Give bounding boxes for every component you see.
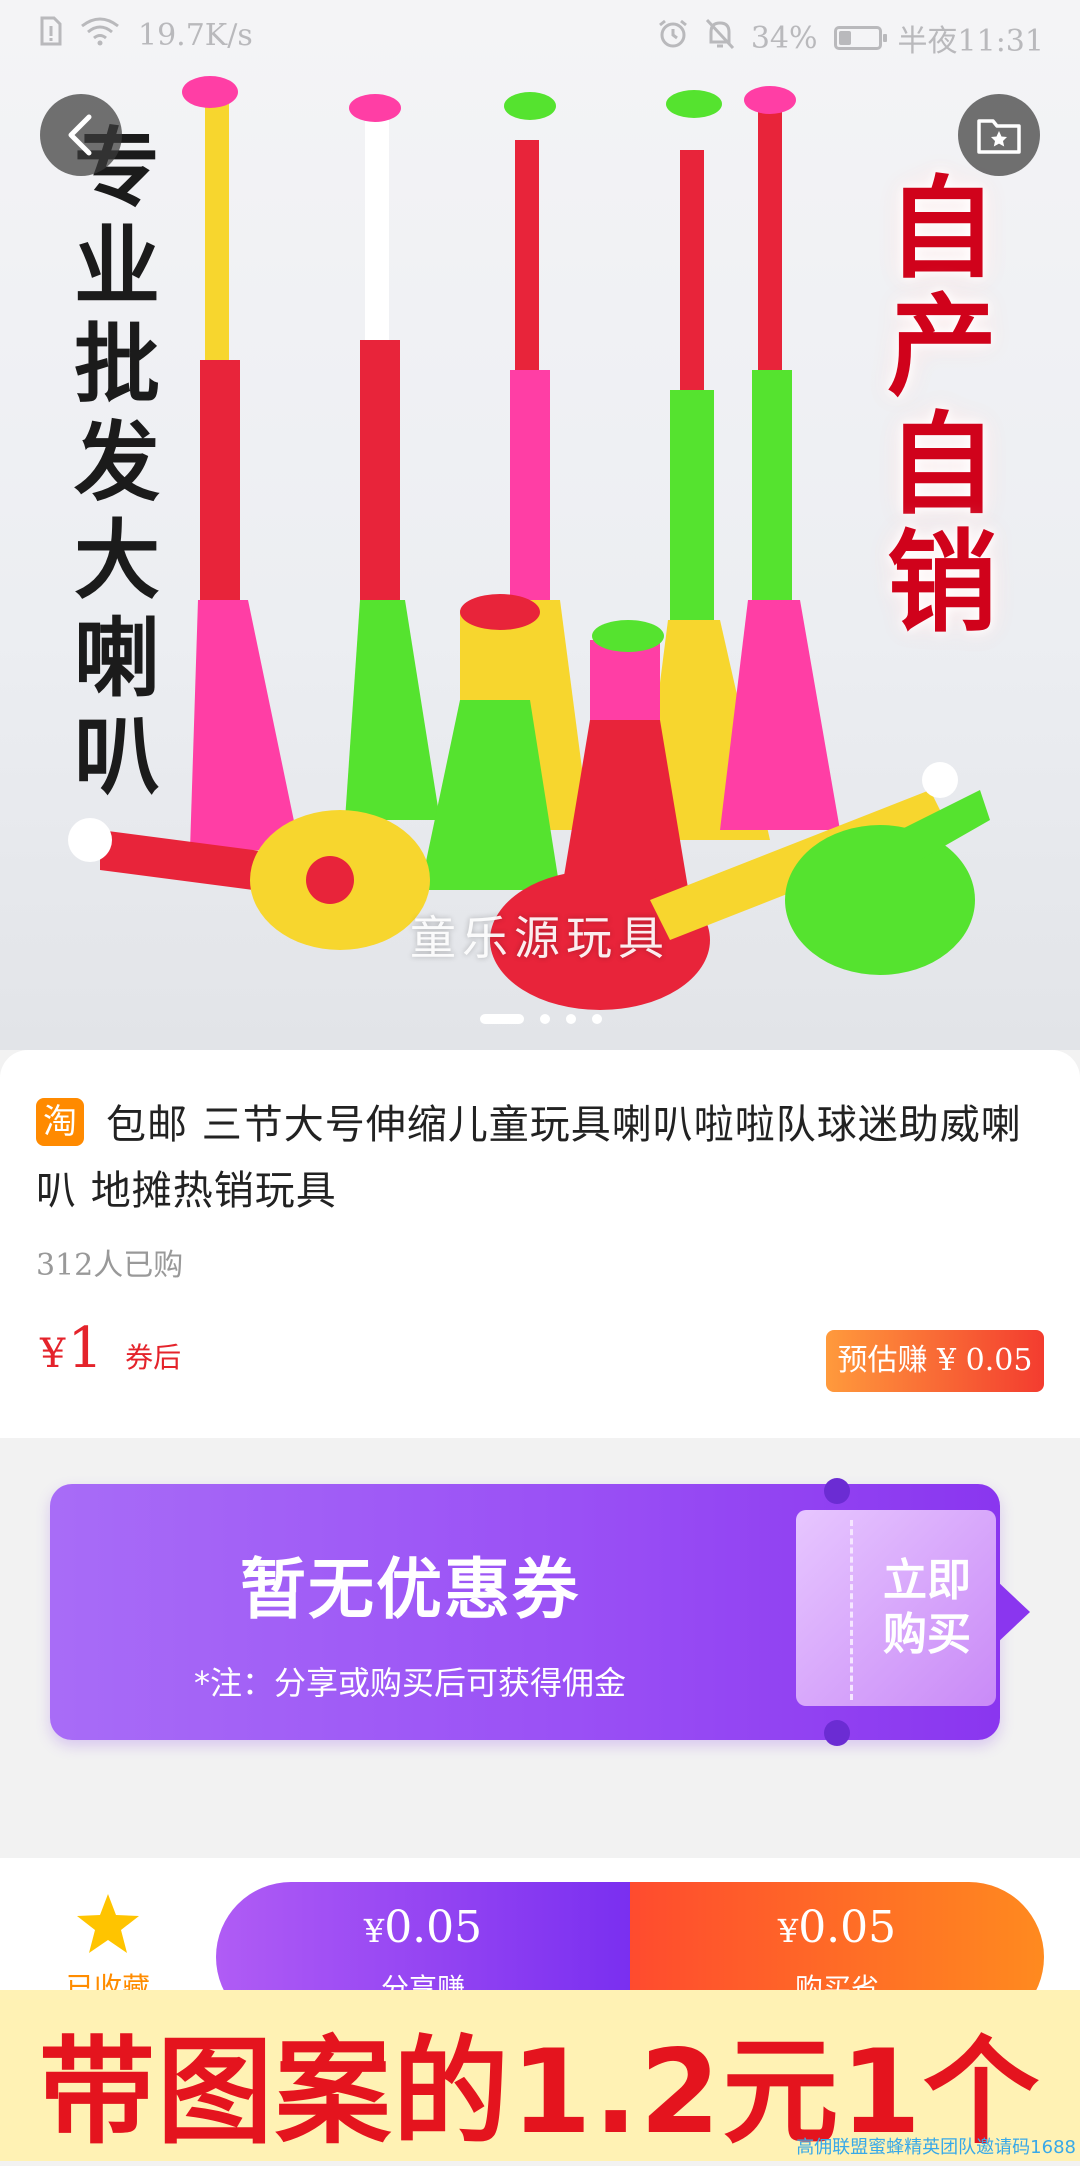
coupon-notch <box>824 1720 850 1746</box>
hero-overlay-text-left: 专业批发大喇叭 <box>74 118 160 807</box>
product-title: 包邮 三节大号伸缩儿童玩具喇叭啦啦队球迷助威喇叭 地摊热销玩具 <box>36 1102 1022 1214</box>
price-currency: ¥ <box>40 1331 66 1377</box>
price-note: 券后 <box>125 1341 182 1374</box>
hero-overlay-text-right: 自产自销 <box>887 164 997 647</box>
coupon-arrow <box>996 1580 1030 1644</box>
sold-count: 312人已购 <box>36 1248 184 1283</box>
carousel-dot <box>592 1014 602 1024</box>
battery-icon <box>833 26 887 50</box>
wifi-icon <box>80 16 120 54</box>
product-info-card: 淘 包邮 三节大号伸缩儿童玩具喇叭啦啦队球迷助威喇叭 地摊热销玩具 312人已购… <box>0 1050 1080 1438</box>
price-block: ¥1 券后 <box>40 1316 181 1381</box>
carousel-indicator <box>480 1014 602 1024</box>
favorite-button[interactable]: 已收藏 <box>60 1892 156 2006</box>
clock: 半夜11:31 <box>897 24 1044 59</box>
favorites-folder-button[interactable] <box>958 94 1040 176</box>
buy-value: 0.05 <box>798 1902 897 1953</box>
folder-star-icon <box>977 119 1021 154</box>
buy-currency: ¥ <box>777 1912 799 1950</box>
coupon-title: 暂无优惠券 <box>240 1551 580 1628</box>
price-value: 1 <box>67 1316 104 1381</box>
buy-now-button[interactable]: 立即购买 <box>862 1554 992 1662</box>
battery-percent: 34% <box>750 20 818 56</box>
coupon-card[interactable]: 暂无优惠券 *注：分享或购买后可获得佣金 立即购买 <box>50 1478 1030 1746</box>
mute-bell-icon <box>705 18 735 58</box>
estimated-earn-badge: 预估赚 ¥ 0.05 <box>826 1330 1044 1392</box>
sim-alert-icon <box>40 16 62 54</box>
network-speed: 19.7K/s <box>138 17 253 53</box>
alarm-icon <box>657 18 689 58</box>
shop-watermark: 童乐源玩具 <box>410 911 670 965</box>
star-icon <box>77 1894 139 1953</box>
coupon-note: *注：分享或购买后可获得佣金 <box>193 1664 626 1702</box>
share-value: 0.05 <box>384 1902 483 1953</box>
status-bar: 19.7K/s 34% 半夜11:31 <box>0 0 1080 74</box>
promo-banner: 带图案的1.2元1个 高佣联盟蜜蜂精英团队邀请码1688 <box>0 1990 1080 2161</box>
product-image-carousel[interactable]: 专业批发大喇叭 自产自销 童乐源玩具 19.7K/s 34% 半夜11:31 <box>0 0 1080 1050</box>
back-button[interactable] <box>40 94 122 176</box>
banner-watermark: 高佣联盟蜜蜂精英团队邀请码1688 <box>796 2137 1076 2158</box>
coupon-main: 暂无优惠券 *注：分享或购买后可获得佣金 <box>130 1536 690 1704</box>
coupon-perforation <box>850 1520 853 1700</box>
carousel-dot <box>566 1014 576 1024</box>
carousel-dot-active <box>480 1014 524 1024</box>
share-currency: ¥ <box>363 1912 385 1950</box>
carousel-dot <box>540 1014 550 1024</box>
chevron-left-icon <box>68 114 92 156</box>
coupon-notch <box>824 1478 850 1504</box>
